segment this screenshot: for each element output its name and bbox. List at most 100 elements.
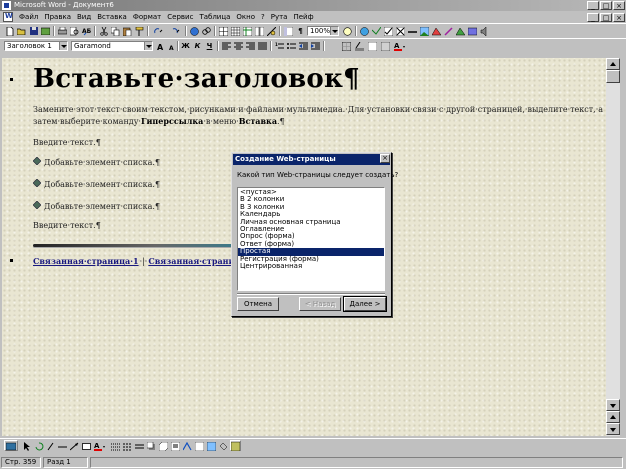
open-folder-icon[interactable]	[16, 25, 27, 36]
close-button[interactable]: ×	[613, 1, 625, 10]
vertical-scrollbar[interactable]	[606, 58, 620, 436]
rectangle-icon[interactable]	[81, 440, 92, 451]
link-related-page-1[interactable]: Связанная·страница·1	[33, 256, 139, 266]
autoshapes-icon[interactable]	[46, 440, 55, 451]
next-button[interactable]: Далее >	[343, 296, 387, 312]
arrow-style-icon[interactable]	[134, 440, 145, 451]
menu-edit[interactable]: Правка	[41, 11, 74, 23]
web-folder-icon[interactable]	[40, 25, 51, 36]
doc-restore-button[interactable]: □	[600, 13, 612, 22]
web-toolbar-icon[interactable]	[189, 25, 200, 36]
zoom-combo[interactable]: 100%	[307, 26, 339, 36]
show-formatting-icon[interactable]: ¶	[295, 25, 306, 36]
doc-minimize-button[interactable]: _	[587, 13, 599, 22]
chevron-down-icon[interactable]	[144, 42, 152, 50]
border-table-icon[interactable]	[367, 40, 378, 51]
align-left-icon[interactable]	[221, 40, 232, 51]
highlight-icon[interactable]	[354, 40, 365, 51]
align-right-icon[interactable]	[245, 40, 256, 51]
font-color-draw-icon[interactable]: A	[93, 440, 107, 451]
menu-help[interactable]: ?	[258, 11, 268, 23]
arrow-icon[interactable]	[69, 440, 80, 451]
outside-border-icon[interactable]	[341, 40, 352, 51]
minimize-button[interactable]: _	[587, 1, 599, 10]
undo-icon[interactable]	[151, 25, 166, 36]
word-app-icon[interactable]	[2, 1, 11, 10]
bold-button[interactable]: Ж	[180, 40, 191, 51]
menu-format[interactable]: Формат	[130, 11, 164, 23]
intro-text-line-2[interactable]: затем·выберите·команду·Гиперссылка·в·мен…	[33, 116, 285, 126]
shadow-icon[interactable]	[146, 440, 157, 451]
align-center-icon[interactable]	[233, 40, 244, 51]
background-sound-icon[interactable]	[479, 25, 490, 36]
scroll-up-icon[interactable]	[606, 58, 620, 70]
background-icon[interactable]	[431, 25, 442, 36]
next-page-icon[interactable]	[606, 423, 620, 435]
bullets-icon[interactable]	[286, 40, 297, 51]
web-page-type-list[interactable]: <пустая> В 2 колонки В 3 колонки Календа…	[237, 187, 385, 291]
font-combo[interactable]: Garamond	[71, 41, 153, 51]
horizontal-line-icon[interactable]	[407, 25, 418, 36]
menu-extra-1[interactable]: Рута	[268, 11, 291, 23]
increase-indent-icon[interactable]	[310, 40, 321, 51]
text-box-icon[interactable]	[170, 440, 181, 451]
checkbox-field-icon[interactable]	[383, 25, 394, 36]
paste-clipboard-icon[interactable]	[122, 25, 133, 36]
insert-excel-icon[interactable]	[242, 25, 253, 36]
chevron-down-icon[interactable]	[59, 42, 67, 50]
menu-table[interactable]: Таблица	[196, 11, 233, 23]
enter-text-paragraph-2[interactable]: Введите·текст.¶	[33, 221, 101, 230]
tables-borders-icon[interactable]	[218, 25, 229, 36]
columns-icon[interactable]	[254, 25, 265, 36]
draw-menu-icon[interactable]	[4, 440, 18, 451]
chevron-down-icon[interactable]	[330, 27, 338, 35]
menu-extra-2[interactable]: Пейф	[290, 11, 316, 23]
wizard-icon[interactable]	[443, 25, 454, 36]
menu-file[interactable]: Файл	[16, 11, 41, 23]
back-button[interactable]: < Назад	[299, 297, 341, 311]
decrease-font-size-icon[interactable]: A	[168, 40, 176, 51]
style-combo[interactable]: Заголовок 1	[4, 41, 68, 51]
movie-clip-icon[interactable]	[467, 25, 478, 36]
insert-table-icon[interactable]	[230, 25, 241, 36]
increase-font-size-icon[interactable]: A	[156, 40, 167, 51]
redo-icon[interactable]	[168, 25, 183, 36]
menu-tools[interactable]: Сервис	[164, 11, 196, 23]
dialog-close-button[interactable]: ×	[380, 154, 390, 163]
insert-picture-draw-icon[interactable]	[206, 440, 217, 451]
cancel-button[interactable]: Отмена	[237, 297, 279, 311]
maximize-button[interactable]: □	[600, 1, 612, 10]
print-preview-icon[interactable]	[69, 25, 80, 36]
insert-picture-icon[interactable]	[419, 25, 430, 36]
save-disk-icon[interactable]	[28, 25, 39, 36]
new-document-icon[interactable]	[4, 25, 15, 36]
document-map-icon[interactable]	[283, 25, 294, 36]
dash-style-icon[interactable]	[122, 440, 133, 451]
hyperlink-icon[interactable]	[201, 25, 212, 36]
intro-text-line-1[interactable]: Замените·этот·текст·своим·текстом,·рисун…	[33, 105, 603, 114]
italic-button[interactable]: К	[192, 40, 203, 51]
clip-art-icon[interactable]	[194, 440, 205, 451]
print-icon[interactable]	[57, 25, 68, 36]
shading-icon[interactable]	[380, 40, 391, 51]
menu-insert[interactable]: Вставка	[94, 11, 130, 23]
wordart-icon[interactable]	[182, 440, 193, 451]
form-design-icon[interactable]	[371, 25, 382, 36]
numbering-icon[interactable]: 1	[274, 40, 285, 51]
help-icon[interactable]	[342, 25, 353, 36]
spelling-icon[interactable]: АБ	[81, 25, 92, 36]
font-color-icon[interactable]: A	[393, 40, 407, 51]
underline-button[interactable]: Ч	[204, 40, 215, 51]
free-rotate-icon[interactable]	[34, 440, 45, 451]
copy-icon[interactable]	[110, 25, 121, 36]
list-item[interactable]: Добавьте·элемент·списка.¶	[44, 180, 160, 189]
fill-color-icon[interactable]	[218, 440, 229, 451]
menu-view[interactable]: Вид	[74, 11, 94, 23]
doc-close-button[interactable]: ×	[613, 13, 625, 22]
scroll-text-icon[interactable]	[455, 25, 466, 36]
web-page-preview-icon[interactable]	[359, 25, 370, 36]
drawing-icon[interactable]	[266, 25, 277, 36]
select-objects-icon[interactable]	[22, 440, 33, 451]
scroll-thumb[interactable]	[606, 70, 620, 83]
cut-scissors-icon[interactable]	[98, 25, 109, 36]
